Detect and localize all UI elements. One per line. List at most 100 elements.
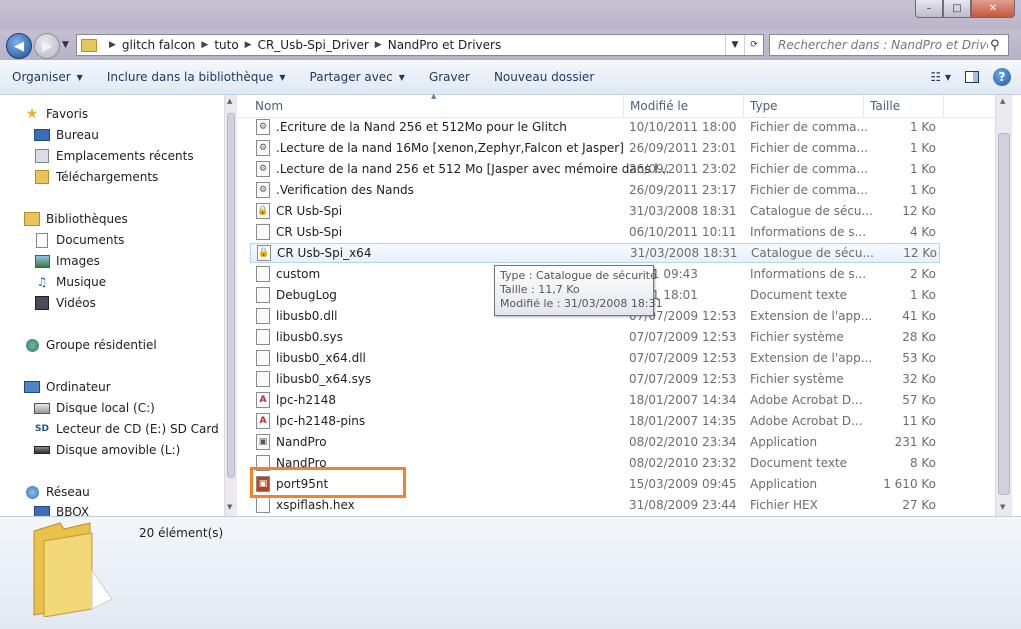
file-row[interactable]: ⚙ .Lecture de la nand 16Mo [xenon,Zephyr,… xyxy=(250,138,940,158)
history-dropdown[interactable]: ▼ xyxy=(62,40,69,50)
breadcrumb-item[interactable]: tuto xyxy=(214,38,238,52)
chevron-right-icon[interactable]: ▶ xyxy=(245,40,252,50)
file-name-cell: libusb0.dll xyxy=(256,308,338,324)
chevron-right-icon[interactable]: ▶ xyxy=(375,40,382,50)
scrollbar-thumb[interactable] xyxy=(227,113,235,478)
sidebar-item-cd-e[interactable]: SD Lecteur de CD (E:) SD Card xyxy=(34,419,219,439)
sidebar-item-libraries[interactable]: Bibliothèques xyxy=(24,209,128,229)
close-button[interactable]: ✕ xyxy=(971,0,1015,18)
file-row[interactable]: ⚙ .Lecture de la nand 256 et 512 Mo [Jasp… xyxy=(250,159,940,179)
file-row[interactable]: Alpc-h2148-pins 18/01/2007 14:35 Adobe Acr… xyxy=(250,411,940,431)
burn-button[interactable]: Graver xyxy=(417,70,482,84)
sidebar-item-bbox[interactable]: BBOX xyxy=(34,502,89,516)
scroll-down-icon[interactable]: ▼ xyxy=(227,503,232,511)
sidebar-item-network[interactable]: Réseau xyxy=(24,482,90,502)
file-icon: 🔒 xyxy=(257,245,271,261)
file-type: Document texte xyxy=(750,288,848,302)
navigation-pane: ★ Favoris Bureau Emplacements récents Tél… xyxy=(0,95,224,516)
breadcrumb-item[interactable]: NandPro et Drivers xyxy=(388,38,501,52)
sidebar-item-documents[interactable]: Documents xyxy=(34,230,124,250)
file-row[interactable]: ⚙ .Ecriture de la Nand 256 et 512Mo pour … xyxy=(250,117,940,137)
sidebar-item-label: Emplacements récents xyxy=(56,149,194,163)
sidebar-item-homegroup[interactable]: Groupe résidentiel xyxy=(24,335,157,355)
sidebar-item-music[interactable]: ♫ Musique xyxy=(34,272,107,292)
preview-pane-icon[interactable] xyxy=(965,71,979,83)
file-name: lpc-h2148 xyxy=(276,393,337,407)
share-menu[interactable]: Partager avec ▼ xyxy=(298,70,417,84)
sidebar-item-favorites[interactable]: ★ Favoris xyxy=(24,104,88,124)
file-name-cell: CR Usb-Spi xyxy=(256,224,342,240)
file-row[interactable]: libusb0_x64.dll 07/07/2009 12:53 Extension… xyxy=(250,348,940,368)
column-type[interactable]: Type xyxy=(744,95,864,117)
file-row[interactable]: 🔒 CR Usb-Spi 31/03/2008 18:31 Catalogue de … xyxy=(250,201,940,221)
sidebar-item-disk-c[interactable]: Disque local (C:) xyxy=(34,398,155,418)
sidebar-item-downloads[interactable]: Téléchargements xyxy=(34,167,158,187)
sidebar-item-images[interactable]: Images xyxy=(34,251,100,271)
refresh-icon[interactable]: ⟳ xyxy=(744,35,763,55)
file-date: 08/02/2010 23:32 xyxy=(629,456,737,470)
file-size: 1 610 Ko xyxy=(883,477,936,491)
chevron-right-icon[interactable]: ▶ xyxy=(109,40,116,50)
breadcrumb-item[interactable]: CR_Usb-Spi_Driver xyxy=(258,38,369,52)
file-row[interactable]: libusb0.sys 07/07/2009 12:53 Fichier systè… xyxy=(250,327,940,347)
sidebar-item-desktop[interactable]: Bureau xyxy=(34,125,99,145)
chevron-down-icon: ▼ xyxy=(76,72,83,82)
sidebar-item-label: Vidéos xyxy=(56,296,96,310)
minimize-button[interactable]: – xyxy=(915,0,943,18)
breadcrumb-item[interactable]: glitch falcon xyxy=(122,38,195,52)
file-date: 06/10/2011 10:11 xyxy=(629,225,737,239)
address-dropdown-button[interactable]: ▼ xyxy=(725,35,744,55)
title-bar: – □ ✕ xyxy=(0,0,1021,30)
file-icon: ⚙ xyxy=(256,119,270,135)
scroll-up-icon[interactable]: ▲ xyxy=(1000,97,1005,105)
search-box[interactable]: ⚲ xyxy=(769,34,1009,56)
sidebar-item-removable-l[interactable]: Disque amovible (L:) xyxy=(34,440,180,460)
file-row[interactable]: ⚙ .Verification des Nands 26/09/2011 23:17… xyxy=(250,180,940,200)
organize-menu[interactable]: Organiser ▼ xyxy=(0,70,95,84)
sidebar-scrollbar[interactable]: ▲ ▼ xyxy=(224,95,237,516)
file-date: 26/09/2011 23:17 xyxy=(629,183,737,197)
address-bar[interactable]: ▶ glitch falcon ▶ tuto ▶ CR_Usb-Spi_Driv… xyxy=(76,34,764,56)
search-input[interactable] xyxy=(776,37,990,53)
sidebar-item-label: Téléchargements xyxy=(56,170,159,184)
new-folder-button[interactable]: Nouveau dossier xyxy=(482,70,606,84)
column-name-label: Nom xyxy=(255,99,284,113)
sidebar-item-recent[interactable]: Emplacements récents xyxy=(34,146,194,166)
include-library-menu[interactable]: Inclure dans la bibliothèque ▼ xyxy=(95,70,298,84)
scroll-up-icon[interactable]: ▲ xyxy=(227,97,232,105)
file-name-cell: ⚙ .Ecriture de la Nand 256 et 512Mo pour … xyxy=(256,119,567,135)
file-size: 1 Ko xyxy=(909,183,936,197)
file-type: Catalogue de sécu... xyxy=(751,246,874,260)
file-row[interactable]: CR Usb-Spi 06/10/2011 10:11 Informations d… xyxy=(250,222,940,242)
file-date: 31/03/2008 18:31 xyxy=(629,204,737,218)
column-name[interactable]: Nom xyxy=(249,95,624,117)
forward-button[interactable]: ▶ xyxy=(34,33,60,59)
file-type: Fichier de comma... xyxy=(750,183,868,197)
sidebar-item-videos[interactable]: Vidéos xyxy=(34,293,96,313)
file-date: 26/09/2011 23:01 xyxy=(629,141,737,155)
removable-drive-icon xyxy=(34,443,50,457)
chevron-right-icon[interactable]: ▶ xyxy=(201,40,208,50)
file-row[interactable]: xspiflash.hex 31/08/2009 23:44 Fichier HEX… xyxy=(250,495,940,515)
file-row[interactable]: Alpc-h2148 18/01/2007 14:34 Adobe Acrobat … xyxy=(250,390,940,410)
file-row[interactable]: 🔒 CR Usb-Spi_x64 31/03/2008 18:31 Catalogue… xyxy=(250,243,940,263)
column-size[interactable]: Taille xyxy=(864,95,944,117)
column-type-label: Type xyxy=(750,99,778,113)
back-button[interactable]: ◀ xyxy=(6,33,32,59)
file-list-scrollbar[interactable]: ▲ ▼ xyxy=(995,95,1012,516)
file-size: 53 Ko xyxy=(902,351,936,365)
file-row[interactable]: ▣ NandPro 08/02/2010 23:34 Application 231 K… xyxy=(250,432,940,452)
file-size: 27 Ko xyxy=(902,498,936,512)
chevron-down-icon: ▼ xyxy=(279,72,286,82)
scrollbar-thumb[interactable] xyxy=(998,133,1010,495)
sidebar-item-computer[interactable]: Ordinateur xyxy=(24,377,111,397)
file-row[interactable]: libusb0_x64.sys 07/07/2009 12:53 Fichier s… xyxy=(250,369,940,389)
scroll-down-icon[interactable]: ▼ xyxy=(1000,503,1005,511)
file-name: NandPro xyxy=(276,435,327,449)
details-pane: 20 élément(s) xyxy=(0,516,1021,629)
help-button[interactable]: ? xyxy=(993,68,1011,86)
view-options-button[interactable]: ☷ ▾ xyxy=(930,70,951,84)
maximize-button[interactable]: □ xyxy=(943,0,971,18)
column-modified[interactable]: Modifié le xyxy=(624,95,744,117)
search-icon[interactable]: ⚲ xyxy=(990,38,1000,53)
